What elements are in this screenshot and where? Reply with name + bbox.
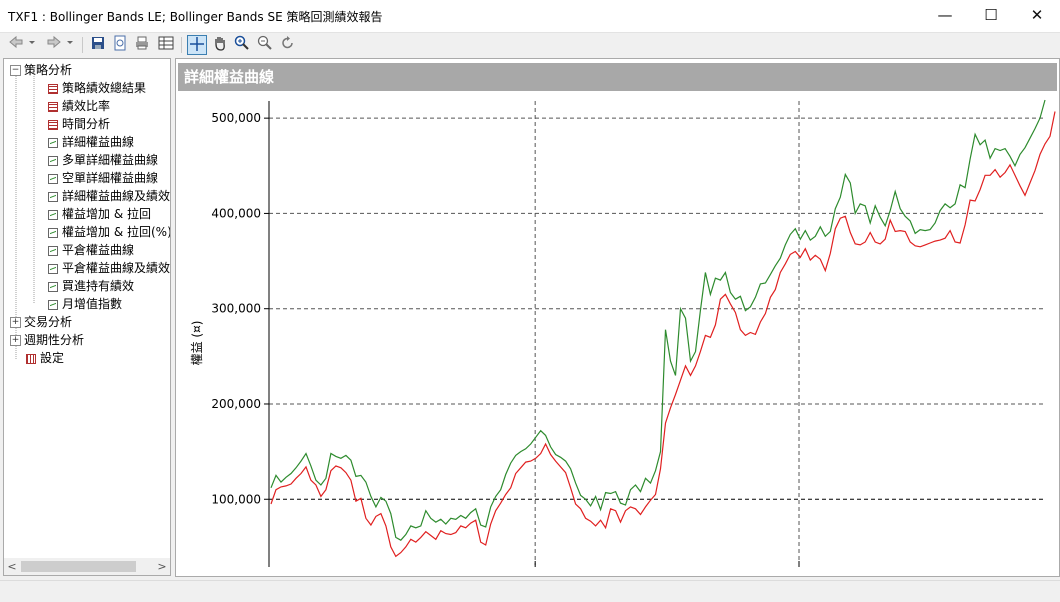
tree-item[interactable]: 多單詳細權益曲線 [48, 151, 158, 169]
save-icon[interactable] [88, 35, 108, 55]
tree-item[interactable]: 空單詳細權益曲線 [48, 169, 158, 187]
chart-grid [269, 101, 1045, 565]
chart-report-icon [48, 209, 58, 220]
series-line-low-equity [270, 111, 1056, 558]
x-axis-ticks: 2018/1/82018/3/14 [534, 561, 800, 567]
tree-item-label: 平倉權益曲線 [62, 243, 135, 257]
crosshair-icon[interactable] [187, 35, 207, 55]
equity-curve-chart[interactable]: 100,000 200,000 300,000 400,000 500,000 2018… [176, 91, 1059, 576]
chart-report-icon [48, 191, 58, 202]
chart-panel: 詳細權益曲線 100,000 200,000 300,000 400,000 500,0… [175, 58, 1060, 577]
reset-zoom-icon[interactable] [278, 35, 298, 55]
expand-icon[interactable]: + [10, 317, 21, 328]
y-tick-label: 300,000 [211, 302, 261, 316]
table-report-icon [48, 119, 58, 130]
tree-item-label: 時間分析 [62, 117, 111, 131]
tree-horizontal-scrollbar[interactable]: < > [4, 558, 170, 575]
preview-icon[interactable] [110, 35, 130, 55]
settings-icon [26, 353, 36, 364]
tree-item-label: 權益增加 & 拉回 [62, 207, 151, 221]
pan-hand-icon[interactable] [210, 35, 230, 55]
tree-item[interactable]: 權益增加 & 拉回(%) [48, 223, 171, 241]
tree-item-label: 平倉權益曲線及績效 [62, 261, 171, 275]
zoom-in-icon[interactable] [232, 35, 252, 55]
print-icon[interactable] [132, 35, 152, 55]
chart-report-icon [48, 227, 58, 238]
toolbar-separator [181, 37, 182, 53]
back-icon[interactable] [6, 35, 26, 55]
table-report-icon [48, 83, 58, 94]
chart-report-icon [48, 137, 58, 148]
tree-item-label: 空單詳細權益曲線 [62, 171, 159, 185]
y-axis-ticks: 100,000 200,000 300,000 400,000 500,000 [211, 111, 269, 506]
table-report-icon [48, 101, 58, 112]
tree-item-label: 策略分析 [24, 63, 73, 77]
tree-item[interactable]: 平倉權益曲線及績效 [48, 259, 170, 277]
tree-item-label: 設定 [40, 351, 65, 365]
scroll-right-arrow-icon[interactable]: > [154, 558, 170, 575]
status-bar [0, 580, 1060, 602]
tree-item[interactable]: 平倉權益曲線 [48, 241, 134, 259]
scroll-left-arrow-icon[interactable]: < [4, 558, 20, 575]
tree-item[interactable]: 策略績效總結果 [48, 79, 146, 97]
title-bar: TXF1 : Bollinger Bands LE; Bollinger Ban… [0, 0, 1060, 33]
tree-item[interactable]: + 週期性分析 [10, 331, 84, 349]
chart-report-icon [48, 173, 58, 184]
forward-dropdown-icon[interactable] [64, 35, 76, 55]
report-tree[interactable]: < > − 策略分析策略績效總結果 績效比率時間分析詳細權益曲線多單詳細權益曲線 空單… [3, 58, 171, 576]
chart-report-icon [48, 155, 58, 166]
tree-item[interactable]: 買進持有績效 [48, 277, 134, 295]
chart-report-icon [48, 245, 58, 256]
y-tick-label: 200,000 [211, 397, 261, 411]
y-tick-label: 100,000 [211, 492, 261, 506]
forward-icon[interactable] [44, 35, 64, 55]
chart-report-icon [48, 281, 58, 292]
y-tick-label: 400,000 [211, 206, 261, 220]
expand-icon[interactable]: + [10, 335, 21, 346]
back-dropdown-icon[interactable] [26, 35, 38, 55]
tree-item[interactable]: 月增值指數 [48, 295, 122, 313]
tree-item[interactable]: + 交易分析 [10, 313, 72, 331]
tree-item-label: 詳細權益曲線及績效 [62, 189, 171, 203]
close-button[interactable]: ✕ [1014, 0, 1060, 32]
series-line-high-equity [270, 99, 1046, 541]
collapse-icon[interactable]: − [10, 65, 21, 76]
tree-item-label: 策略績效總結果 [62, 81, 147, 95]
chart-report-icon [48, 299, 58, 310]
toolbar-separator [82, 37, 83, 53]
minimize-button[interactable]: — [922, 0, 968, 32]
chart-series [270, 99, 1056, 558]
tree-item-label: 交易分析 [24, 315, 73, 329]
tree-item-label: 績效比率 [62, 99, 111, 113]
tree-item-label: 詳細權益曲線 [62, 135, 135, 149]
tree-item[interactable]: 權益增加 & 拉回 [48, 205, 151, 223]
window-title: TXF1 : Bollinger Bands LE; Bollinger Ban… [8, 10, 383, 24]
tree-item-label: 週期性分析 [24, 333, 85, 347]
tree-item-label: 權益增加 & 拉回(%) [62, 225, 171, 239]
scrollbar-thumb[interactable] [21, 561, 136, 572]
chart-report-icon [48, 263, 58, 274]
y-tick-label: 500,000 [211, 111, 261, 125]
tree-item[interactable]: 詳細權益曲線及績效 [48, 187, 170, 205]
zoom-out-icon[interactable] [255, 35, 275, 55]
tree-item[interactable]: 時間分析 [48, 115, 110, 133]
toolbar [0, 33, 1060, 57]
maximize-button[interactable]: ☐ [968, 0, 1014, 32]
tree-item[interactable]: 詳細權益曲線 [48, 133, 134, 151]
tree-item-label: 月增值指數 [62, 297, 123, 311]
tree-item-label: 多單詳細權益曲線 [62, 153, 159, 167]
tree-item-label: 買進持有績效 [62, 279, 135, 293]
tree-item[interactable]: 設定 [26, 349, 64, 367]
tree-item[interactable]: − 策略分析 [10, 61, 72, 79]
panel-title: 詳細權益曲線 [178, 63, 1057, 91]
tree-item[interactable]: 績效比率 [48, 97, 110, 115]
table-icon[interactable] [156, 35, 176, 55]
y-axis-label: 權益 (¤) [190, 321, 204, 366]
